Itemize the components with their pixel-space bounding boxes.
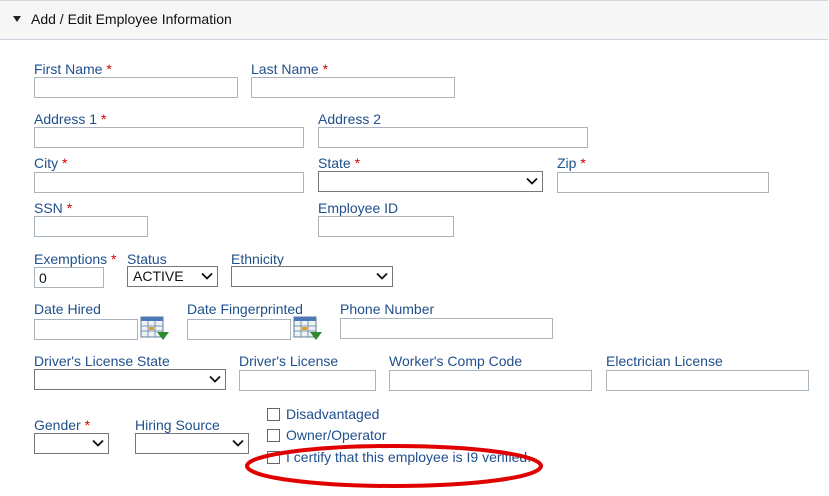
chevron-down-icon bbox=[92, 439, 104, 447]
ethnicity-label: Ethnicity bbox=[231, 251, 284, 267]
workers-comp-label: Worker's Comp Code bbox=[389, 353, 523, 369]
last-name-input[interactable] bbox=[251, 77, 455, 98]
chevron-down-icon bbox=[201, 272, 213, 280]
calendar-icon[interactable] bbox=[140, 316, 170, 342]
phone-number-input[interactable] bbox=[340, 318, 553, 339]
workers-comp-input[interactable] bbox=[389, 370, 592, 391]
calendar-icon[interactable] bbox=[293, 316, 323, 342]
status-label: Status bbox=[127, 251, 167, 267]
last-name-label: Last Name * bbox=[251, 61, 329, 77]
date-hired-input[interactable] bbox=[34, 319, 138, 340]
owner-operator-label: Owner/Operator bbox=[286, 427, 387, 443]
employee-id-input[interactable] bbox=[318, 216, 454, 237]
drivers-license-label: Driver's License bbox=[239, 353, 339, 369]
first-name-input[interactable] bbox=[34, 77, 238, 98]
dl-state-label: Driver's License State bbox=[34, 353, 170, 369]
owner-operator-checkbox[interactable] bbox=[267, 429, 280, 442]
gender-label: Gender * bbox=[34, 417, 91, 433]
section-title: Add / Edit Employee Information bbox=[31, 11, 232, 27]
ssn-label: SSN * bbox=[34, 200, 73, 216]
city-label: City * bbox=[34, 155, 68, 171]
city-input[interactable] bbox=[34, 172, 304, 193]
dl-state-select[interactable] bbox=[34, 369, 226, 390]
address1-input[interactable] bbox=[34, 127, 304, 148]
red-highlight-ellipse bbox=[245, 444, 543, 488]
address1-label: Address 1 * bbox=[34, 111, 107, 127]
zip-input[interactable] bbox=[557, 172, 769, 193]
drivers-license-input[interactable] bbox=[239, 370, 376, 391]
section-header[interactable]: Add / Edit Employee Information bbox=[0, 0, 828, 40]
electrician-license-label: Electrician License bbox=[606, 353, 723, 369]
zip-label: Zip * bbox=[557, 155, 586, 171]
chevron-down-icon bbox=[232, 439, 244, 447]
state-select[interactable] bbox=[318, 171, 543, 192]
address2-input[interactable] bbox=[318, 127, 588, 148]
employee-id-label: Employee ID bbox=[318, 200, 399, 216]
chevron-down-icon bbox=[209, 375, 221, 383]
status-select[interactable]: ACTIVE bbox=[127, 266, 218, 287]
electrician-license-input[interactable] bbox=[606, 370, 809, 391]
hiring-source-select[interactable] bbox=[135, 433, 249, 454]
state-label: State * bbox=[318, 155, 361, 171]
date-fingerprinted-input[interactable] bbox=[187, 319, 291, 340]
exemptions-input[interactable] bbox=[34, 267, 104, 288]
hiring-source-label: Hiring Source bbox=[135, 417, 220, 433]
date-hired-label: Date Hired bbox=[34, 301, 101, 317]
disadvantaged-label: Disadvantaged bbox=[286, 406, 380, 422]
date-fingerprinted-label: Date Fingerprinted bbox=[187, 301, 303, 317]
exemptions-label: Exemptions * bbox=[34, 251, 117, 267]
disadvantaged-checkbox[interactable] bbox=[267, 408, 280, 421]
ssn-input[interactable] bbox=[34, 216, 148, 237]
collapse-triangle-icon[interactable] bbox=[13, 16, 21, 22]
chevron-down-icon bbox=[526, 177, 538, 185]
address2-label: Address 2 bbox=[318, 111, 382, 127]
first-name-label: First Name * bbox=[34, 61, 112, 77]
ethnicity-select[interactable] bbox=[231, 266, 393, 287]
phone-number-label: Phone Number bbox=[340, 301, 435, 317]
chevron-down-icon bbox=[376, 272, 388, 280]
gender-select[interactable] bbox=[34, 433, 109, 454]
